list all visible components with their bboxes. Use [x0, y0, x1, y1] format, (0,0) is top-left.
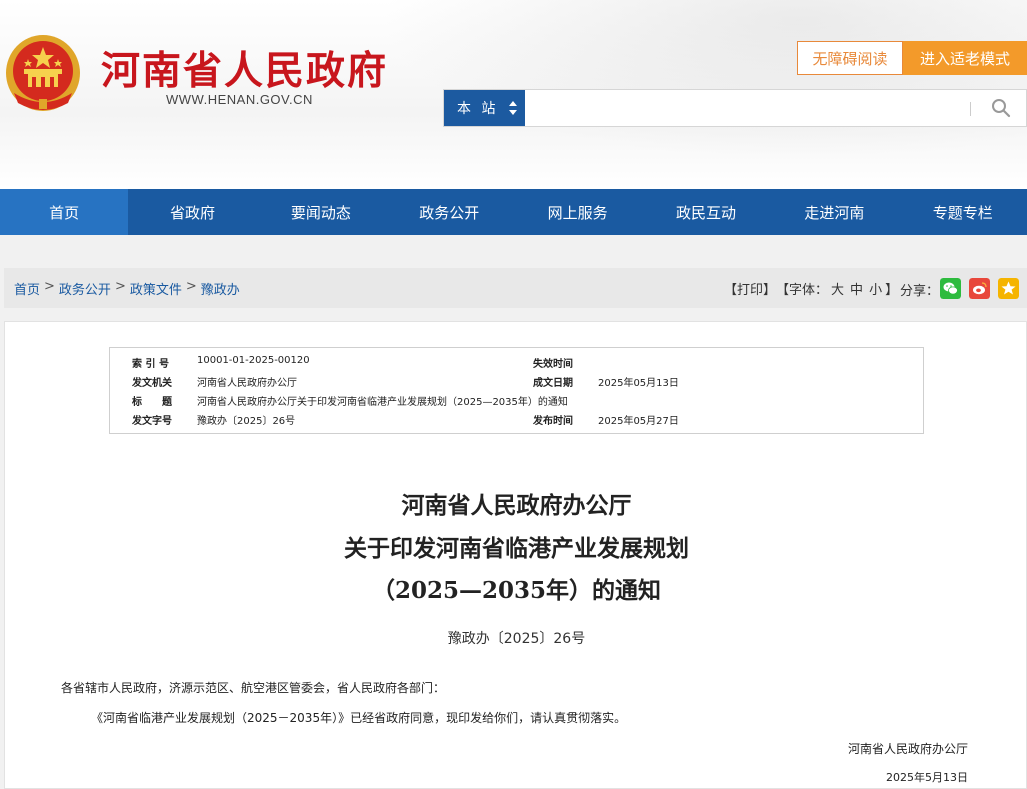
document-title-line-1: 河南省人民政府办公厅	[401, 492, 632, 519]
meta-created-value: 2025年05月13日	[598, 378, 679, 389]
document-addressee: 各省辖市人民政府，济源示范区、航空港区管委会，省人民政府各部门：	[61, 681, 446, 695]
nav-item-gov-affairs[interactable]: 政务公开	[385, 189, 513, 235]
font-large-button[interactable]: 大	[831, 279, 844, 298]
document-title-line-2: 关于印发河南省临港产业发展规划	[344, 535, 689, 562]
meta-issuer-value: 河南省人民政府办公厅	[197, 378, 297, 389]
sort-caret-icon	[509, 101, 517, 115]
document-metadata-table: 索 引 号 10001-01-2025-00120 失效时间 发文机关 河南省人…	[109, 347, 924, 434]
share-label: 分享：	[900, 284, 940, 299]
site-url: WWW.HENAN.GOV.CN	[166, 92, 313, 107]
article-tools: 【打印】 【字体： 大 中 小 】	[724, 279, 898, 298]
nav-item-interaction[interactable]: 政民互动	[642, 189, 770, 235]
site-title[interactable]: 河南省人民政府	[101, 40, 388, 96]
article-card: 索 引 号 10001-01-2025-00120 失效时间 发文机关 河南省人…	[4, 321, 1027, 789]
nav-item-special-topics[interactable]: 专题专栏	[899, 189, 1027, 235]
meta-docno-label: 发文字号	[132, 416, 172, 427]
breadcrumb-separator: >	[114, 279, 126, 294]
breadcrumb-yuzhengban[interactable]: 豫政办	[201, 279, 240, 298]
document-body: 《河南省临港产业发展规划（2025－2035年）》已经省政府同意，现印发给你们，…	[91, 711, 627, 725]
nav-item-news[interactable]: 要闻动态	[257, 189, 385, 235]
breadcrumb-gov-affairs[interactable]: 政务公开	[59, 279, 111, 298]
wechat-icon[interactable]	[940, 278, 961, 299]
font-size-bracket: 】	[885, 283, 899, 298]
weibo-icon[interactable]	[969, 278, 990, 299]
search-icon[interactable]	[990, 97, 1012, 119]
print-button[interactable]: 【打印】	[724, 279, 776, 298]
meta-created-label: 成文日期	[533, 378, 573, 389]
nav-item-province-gov[interactable]: 省政府	[128, 189, 256, 235]
site-header: 河南省人民政府 WWW.HENAN.GOV.CN 无障碍阅读 进入适老模式 本 …	[0, 0, 1027, 189]
meta-published-value: 2025年05月27日	[598, 416, 679, 427]
search-divider	[970, 102, 971, 116]
search-input[interactable]	[526, 90, 966, 126]
breadcrumb-bar: 首页 > 政务公开 > 政策文件 > 豫政办 【打印】 【字体： 大 中 小 】…	[4, 268, 1027, 308]
star-icon[interactable]	[998, 278, 1019, 299]
main-nav: 首页 省政府 要闻动态 政务公开 网上服务 政民互动 走进河南 专题专栏	[0, 189, 1027, 235]
meta-title-label: 标 题	[132, 397, 172, 408]
font-medium-button[interactable]: 中	[850, 279, 863, 298]
breadcrumb-separator: >	[44, 279, 55, 294]
search-bar: 本 站	[443, 89, 1027, 127]
meta-issuer-label: 发文机关	[132, 378, 172, 389]
accessibility-reading-button[interactable]: 无障碍阅读	[797, 41, 903, 75]
meta-docno-value: 豫政办〔2025〕26号	[197, 416, 296, 427]
font-small-button[interactable]: 小	[869, 279, 882, 298]
meta-index-label: 索 引 号	[132, 359, 169, 370]
nav-item-online-services[interactable]: 网上服务	[514, 189, 642, 235]
document-title-line-3: （2025—2035年）的通知	[371, 577, 662, 604]
breadcrumb-separator: >	[185, 279, 197, 294]
meta-index-value: 10001-01-2025-00120	[197, 355, 310, 366]
meta-published-label: 发布时间	[533, 416, 573, 427]
font-size-label: 【字体：	[776, 283, 829, 298]
nav-item-home[interactable]: 首页	[0, 189, 129, 235]
breadcrumb-policy-docs[interactable]: 政策文件	[130, 279, 182, 298]
breadcrumb: 首页 > 政务公开 > 政策文件 > 豫政办	[14, 279, 240, 298]
national-emblem-icon	[6, 35, 80, 111]
meta-expiry-label: 失效时间	[533, 359, 573, 370]
search-scope-select[interactable]: 本 站	[444, 90, 525, 126]
document-date: 2025年5月13日	[886, 771, 968, 784]
nav-item-about-henan[interactable]: 走进河南	[770, 189, 898, 235]
document-number: 豫政办〔2025〕26号	[447, 631, 586, 647]
meta-title-value: 河南省人民政府办公厅关于印发河南省临港产业发展规划（2025—2035年）的通知	[197, 397, 568, 408]
breadcrumb-home[interactable]: 首页	[14, 279, 40, 298]
search-scope-label: 本 站	[457, 101, 499, 117]
elder-mode-button[interactable]: 进入适老模式	[903, 41, 1027, 75]
document-signature: 河南省人民政府办公厅	[847, 742, 968, 756]
